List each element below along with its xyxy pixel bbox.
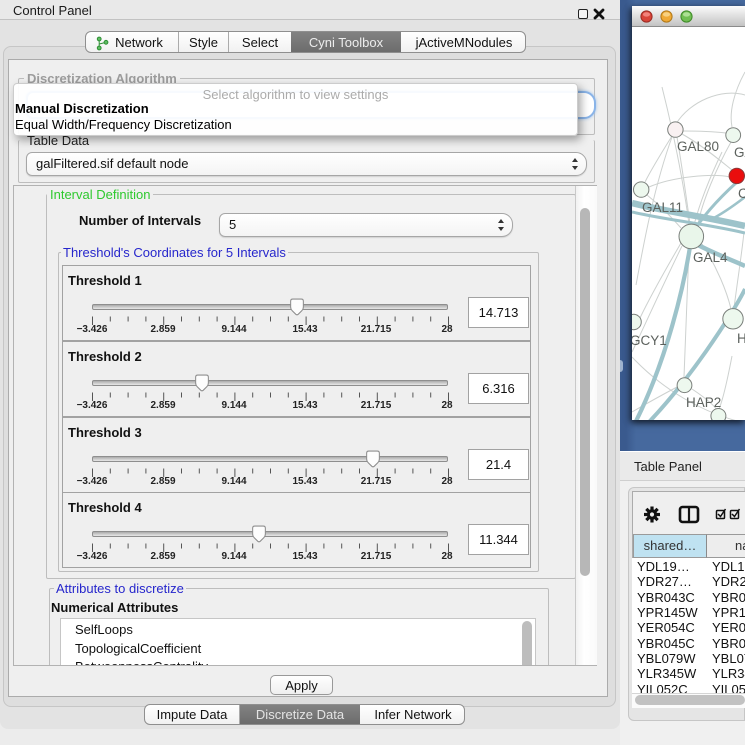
svg-text:HAP2: HAP2 <box>686 395 721 410</box>
svg-text:H: H <box>737 331 745 346</box>
svg-text:GAL11: GAL11 <box>642 200 683 215</box>
svg-text:GAL80: GAL80 <box>677 139 719 154</box>
svg-text:GA: GA <box>734 145 745 160</box>
svg-text:C: C <box>738 186 745 201</box>
svg-text:GAL4: GAL4 <box>693 250 728 265</box>
svg-text:GCY1: GCY1 <box>632 333 667 348</box>
